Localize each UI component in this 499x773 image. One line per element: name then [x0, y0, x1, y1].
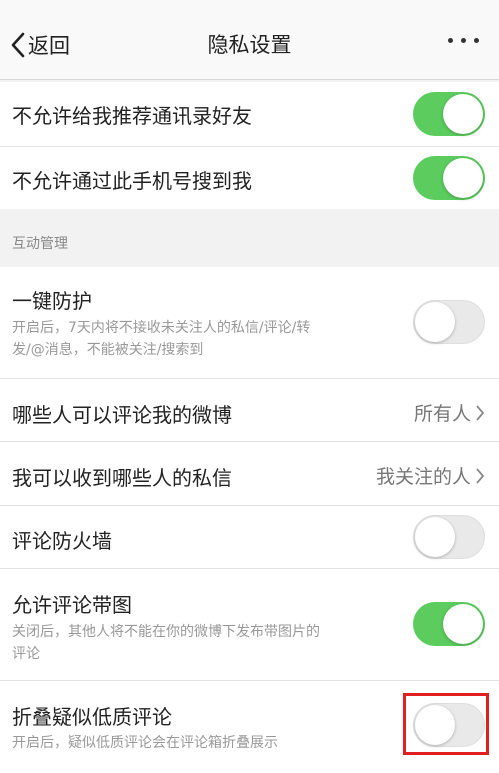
- setting-row-no-recommend: 不允许给我推荐通讯录好友: [0, 82, 499, 146]
- setting-row-who-can-comment[interactable]: 哪些人可以评论我的微博 所有人: [0, 379, 499, 441]
- toggle-knob: [443, 158, 483, 198]
- setting-label: 评论防火墙: [12, 529, 112, 553]
- setting-row-comment-firewall: 评论防火墙: [0, 506, 499, 568]
- more-options-icon[interactable]: [448, 38, 479, 43]
- setting-description: 评论: [12, 646, 40, 662]
- no-phone-search-toggle[interactable]: [413, 156, 485, 200]
- dot-icon: [448, 38, 453, 43]
- dot-icon: [474, 38, 479, 43]
- setting-description: 关闭后，其他人将不能在你的微博下发布带图片的: [12, 624, 320, 640]
- one-key-protect-toggle[interactable]: [413, 300, 485, 344]
- setting-description: 发/@消息，不能被关注/搜索到: [12, 342, 204, 358]
- setting-row-one-key-protect: 一键防护 开启后，7天内将不接收未关注人的私信/评论/转 发/@消息，不能被关注…: [0, 267, 499, 378]
- toggle-knob: [415, 302, 455, 342]
- toggle-knob: [415, 517, 455, 557]
- highlight-box: [403, 693, 489, 755]
- toggle-knob: [443, 94, 483, 134]
- setting-label: 一键防护: [12, 289, 92, 313]
- value-text: 我关注的人: [375, 466, 471, 488]
- value-text: 所有人: [413, 403, 471, 425]
- no-recommend-toggle[interactable]: [413, 92, 485, 136]
- page-title: 隐私设置: [207, 33, 292, 57]
- setting-description: 开启后，疑似低质评论会在评论箱折叠展示: [12, 735, 278, 751]
- setting-label: 我可以收到哪些人的私信: [12, 466, 232, 490]
- comment-firewall-toggle[interactable]: [413, 515, 485, 559]
- toggle-knob: [443, 604, 483, 644]
- setting-label: 哪些人可以评论我的微博: [12, 403, 232, 427]
- nav-bar: 返回 隐私设置: [0, 0, 499, 80]
- setting-row-no-phone-search: 不允许通过此手机号搜到我: [0, 147, 499, 209]
- setting-row-comment-images: 允许评论带图 关闭后，其他人将不能在你的微博下发布带图片的 评论: [0, 569, 499, 680]
- setting-label: 折叠疑似低质评论: [12, 705, 172, 729]
- setting-label: 不允许通过此手机号搜到我: [12, 169, 252, 193]
- section-header: 互动管理: [0, 209, 499, 267]
- section-header-label: 互动管理: [12, 236, 68, 252]
- dot-icon: [461, 38, 466, 43]
- chevron-right-icon: [476, 404, 485, 421]
- setting-description: 开启后，7天内将不接收未关注人的私信/评论/转: [12, 320, 311, 336]
- setting-row-who-can-message[interactable]: 我可以收到哪些人的私信 我关注的人: [0, 442, 499, 505]
- setting-value: 所有人: [414, 399, 485, 426]
- setting-label: 不允许给我推荐通讯录好友: [12, 104, 252, 128]
- setting-label: 允许评论带图: [12, 593, 132, 617]
- setting-value: 我关注的人: [376, 462, 485, 489]
- comment-images-toggle[interactable]: [413, 602, 485, 646]
- chevron-right-icon: [476, 467, 485, 484]
